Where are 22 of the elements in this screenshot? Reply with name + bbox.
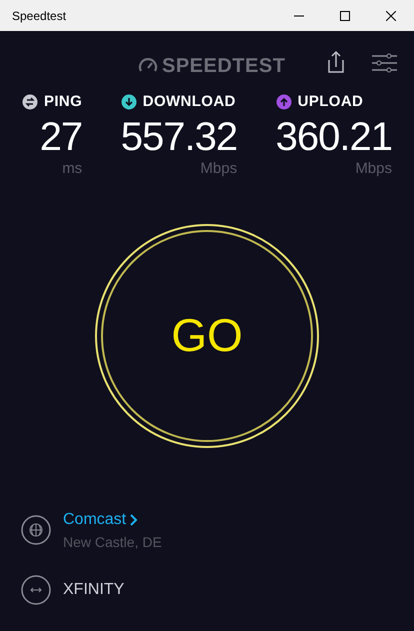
metric-value: 27 xyxy=(40,114,82,160)
metric-value: 360.21 xyxy=(276,114,392,160)
metric-unit: Mbps xyxy=(355,160,392,178)
metric-label: UPLOAD xyxy=(298,92,364,112)
maximize-icon xyxy=(340,10,350,20)
chevron-right-icon xyxy=(130,514,138,526)
server-icon xyxy=(21,574,51,604)
server-name: XFINITY xyxy=(63,580,124,600)
globe-icon xyxy=(21,515,51,545)
metric-unit: Mbps xyxy=(200,160,238,178)
speedtest-logo: SPEEDTEST xyxy=(138,51,286,81)
settings-button[interactable] xyxy=(372,53,397,73)
metric-unit: ms xyxy=(62,160,82,178)
metric-value: 557.32 xyxy=(120,114,238,160)
close-icon xyxy=(386,10,396,20)
metric-label: PING xyxy=(44,92,82,112)
share-button[interactable] xyxy=(326,50,346,74)
go-button[interactable]: GO xyxy=(95,224,319,448)
isp-link[interactable]: Comcast xyxy=(63,508,162,532)
metric-label: DOWNLOAD xyxy=(142,92,236,112)
window-title: Speedtest xyxy=(12,8,68,24)
isp-location: New Castle, DE xyxy=(63,532,162,552)
